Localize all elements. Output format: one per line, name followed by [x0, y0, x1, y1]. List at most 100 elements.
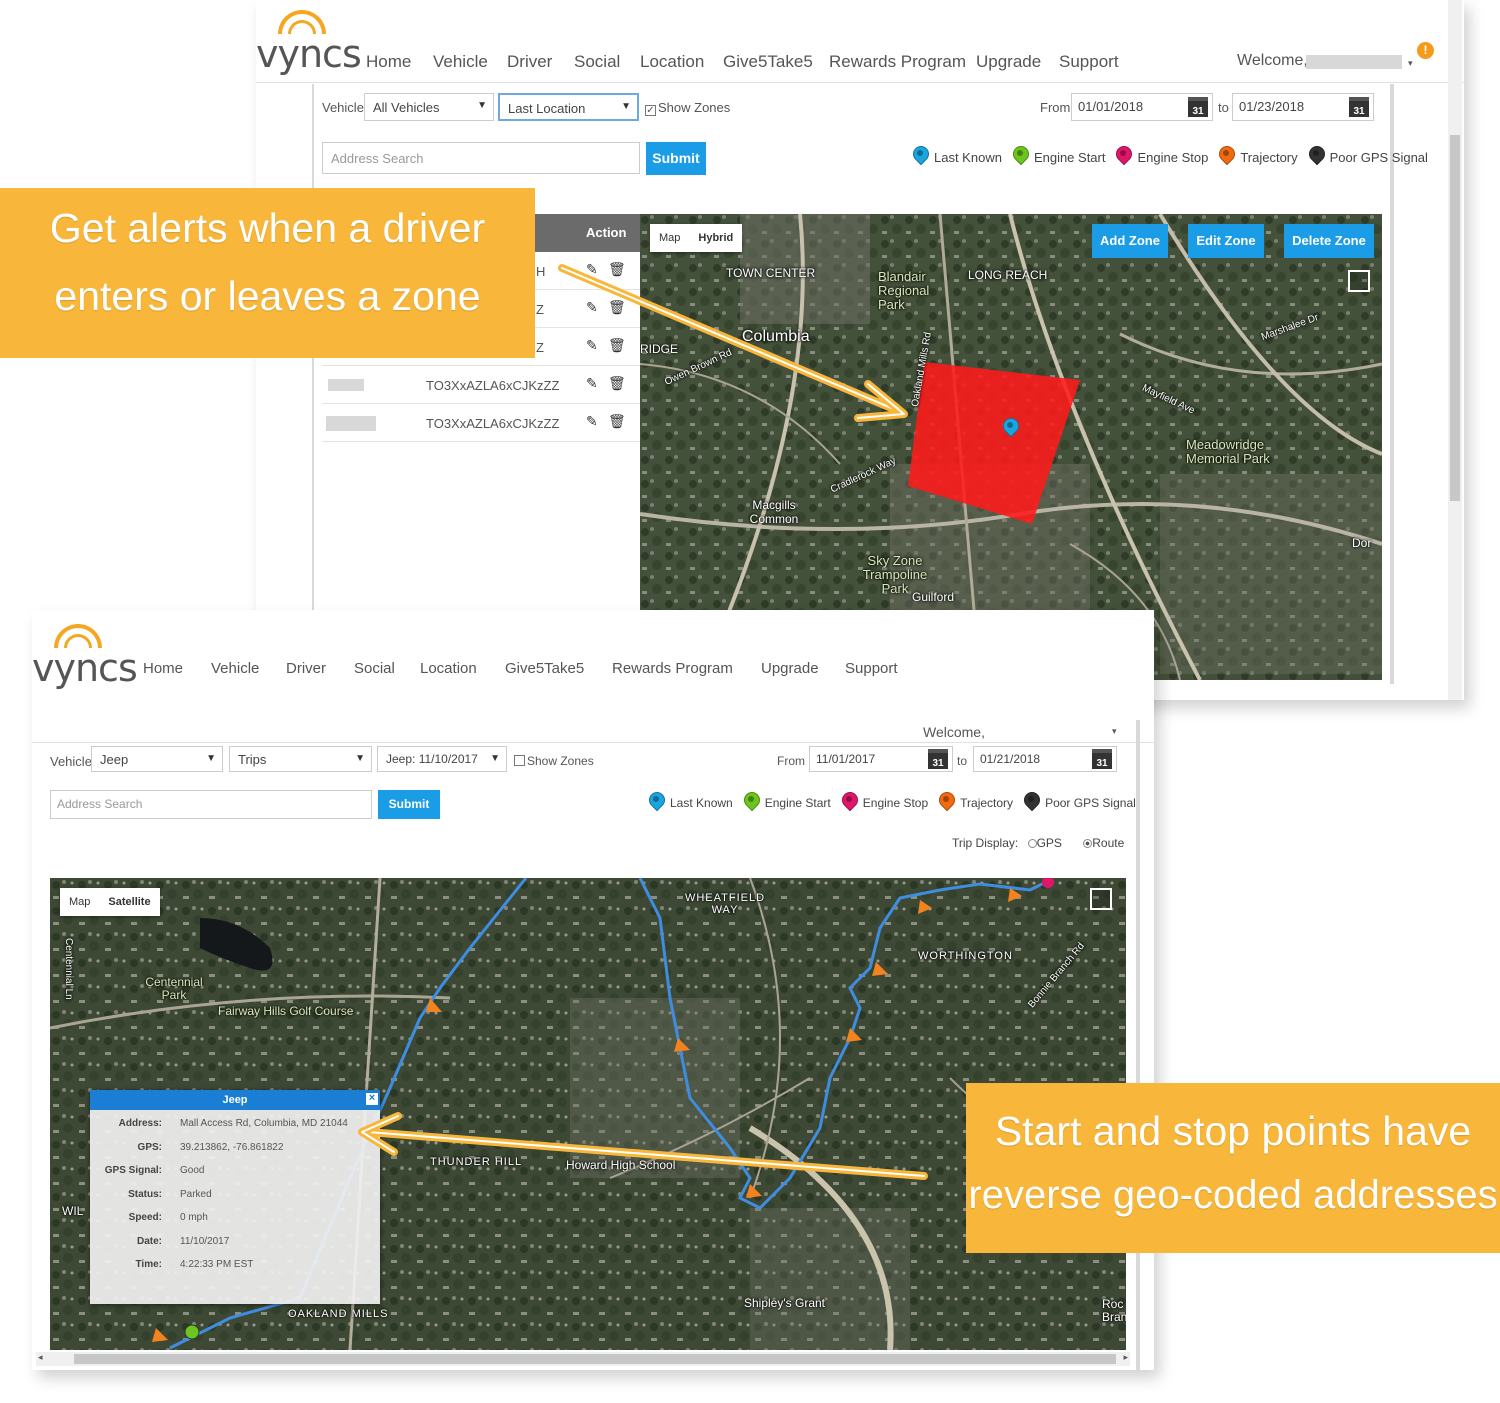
nav-upgrade[interactable]: Upgrade — [761, 660, 819, 677]
edit-pencil-icon[interactable]: ✎ — [586, 337, 598, 354]
legend-trajectory: Trajectory — [938, 792, 1013, 814]
trip-select[interactable]: Jeep: 11/10/2017 ▼ — [377, 746, 507, 772]
trash-icon[interactable]: 🗑 — [608, 299, 626, 316]
map-label: Centennial Ln — [63, 938, 74, 1000]
to-date-input[interactable]: 01/21/2018 31 — [973, 746, 1117, 772]
horizontal-scrollbar[interactable]: ◂ ▸ — [36, 1352, 1130, 1366]
submit-button[interactable]: Submit — [378, 790, 440, 819]
nav-home[interactable]: Home — [143, 660, 183, 677]
scroll-right-icon[interactable]: ▸ — [1123, 1352, 1128, 1363]
vyncs-logo[interactable]: vyncs — [256, 10, 362, 80]
nav-give5take5[interactable]: Give5Take5 — [505, 660, 584, 677]
show-zones-toggle[interactable]: Show Zones — [514, 754, 594, 768]
address-search-input[interactable]: Address Search — [322, 142, 640, 174]
nav-location[interactable]: Location — [640, 52, 704, 72]
map-label: Blandair Regional Park — [878, 269, 930, 312]
nav-location[interactable]: Location — [420, 660, 477, 677]
nav-vehicle[interactable]: Vehicle — [433, 52, 488, 72]
edit-zone-button[interactable]: Edit Zone — [1188, 224, 1264, 258]
fullscreen-icon[interactable] — [1348, 270, 1370, 292]
map-label: Dor — [1352, 536, 1372, 550]
to-date-input[interactable]: 01/23/2018 31 — [1232, 93, 1374, 121]
user-menu-caret-icon[interactable]: ▾ — [1112, 726, 1117, 737]
trips-map[interactable]: Map Satellite WHEATFIELD WAY WORTHINGTON… — [50, 878, 1126, 1350]
map-type-map[interactable]: Map — [60, 888, 99, 916]
nav-support[interactable]: Support — [1059, 52, 1119, 72]
fullscreen-icon[interactable] — [1090, 888, 1112, 910]
from-date-input[interactable]: 01/01/2018 31 — [1071, 93, 1213, 121]
table-row[interactable]: TO3XxAZLA6xCJKzZZ ✎ 🗑 — [322, 366, 640, 404]
vyncs-logo[interactable]: vyncs — [32, 624, 138, 694]
map-type-satellite[interactable]: Satellite — [99, 888, 159, 916]
scrollbar-thumb[interactable] — [74, 1354, 1116, 1364]
edit-pencil-icon[interactable]: ✎ — [586, 261, 598, 278]
trip-display-route[interactable]: Route — [1083, 836, 1124, 850]
address-search-input[interactable]: Address Search — [50, 790, 372, 819]
radio-selected-icon[interactable] — [1083, 839, 1093, 848]
edit-pencil-icon[interactable]: ✎ — [586, 375, 598, 392]
nav-upgrade[interactable]: Upgrade — [976, 52, 1041, 72]
map-label: WHEATFIELD WAY — [684, 892, 766, 916]
checkbox-unchecked-icon[interactable] — [514, 755, 525, 766]
nav-give5take5[interactable]: Give5Take5 — [723, 52, 813, 72]
page-scrollbar[interactable] — [1448, 0, 1462, 700]
trash-icon[interactable]: 🗑 — [608, 375, 626, 392]
from-date-input[interactable]: 11/01/2017 31 — [809, 746, 953, 772]
legend-engine-start: Engine Start — [1012, 146, 1105, 168]
legend-engine-start: Engine Start — [743, 792, 831, 814]
nav-vehicle[interactable]: Vehicle — [211, 660, 259, 677]
map-type-map[interactable]: Map — [650, 224, 689, 252]
add-zone-button[interactable]: Add Zone — [1092, 224, 1168, 258]
mode-select[interactable]: Trips ▼ — [229, 746, 372, 772]
trip-display-options: Trip Display: GPS Route — [952, 836, 1125, 850]
trash-icon[interactable]: 🗑 — [608, 337, 626, 354]
trip-display-gps[interactable]: GPS — [1027, 836, 1062, 850]
table-row[interactable]: TO3XxAZLA6xCJKzZZ ✎ 🗑 — [322, 404, 640, 442]
edit-pencil-icon[interactable]: ✎ — [586, 299, 598, 316]
nav-support[interactable]: Support — [845, 660, 898, 677]
vehicle-select[interactable]: All Vehicles ▼ — [364, 93, 494, 121]
map-label: Fairway Hills Golf Course — [218, 1004, 354, 1018]
panel-border-right — [1390, 84, 1394, 684]
vehicle-select[interactable]: Jeep ▼ — [91, 746, 223, 772]
nav-social[interactable]: Social — [574, 52, 620, 72]
radio-unselected-icon[interactable] — [1027, 839, 1037, 848]
legend-engine-stop: Engine Stop — [1115, 146, 1208, 168]
calendar-icon[interactable]: 31 — [1349, 97, 1369, 117]
trash-icon[interactable]: 🗑 — [608, 261, 626, 278]
scroll-left-icon[interactable]: ◂ — [38, 1352, 43, 1363]
calendar-icon[interactable]: 31 — [1092, 749, 1112, 769]
map-label: Roc Bran — [1102, 1297, 1126, 1324]
nav-driver[interactable]: Driver — [507, 52, 552, 72]
map-pin-icon — [1023, 792, 1039, 814]
trash-icon[interactable]: 🗑 — [608, 413, 626, 430]
map-label: Guilford — [912, 590, 955, 604]
blurred-username[interactable] — [1306, 55, 1402, 69]
nav-rewards[interactable]: Rewards Program — [612, 660, 733, 677]
map-label: WORTHINGTON — [918, 950, 1013, 962]
edit-pencil-icon[interactable]: ✎ — [586, 413, 598, 430]
show-zones-toggle[interactable]: ✓ Show Zones — [645, 100, 730, 116]
map-type-hybrid[interactable]: Hybrid — [689, 224, 742, 252]
calendar-icon[interactable]: 31 — [1188, 97, 1208, 117]
notification-badge[interactable]: ! — [1417, 42, 1434, 59]
nav-rewards[interactable]: Rewards Program — [829, 52, 966, 72]
engine-start-marker[interactable] — [184, 1324, 200, 1340]
last-known-marker-icon[interactable] — [1002, 418, 1018, 440]
user-menu-caret-icon[interactable]: ▾ — [1408, 58, 1413, 69]
checkbox-checked-icon[interactable]: ✓ — [645, 105, 656, 116]
nav-home[interactable]: Home — [366, 52, 411, 72]
delete-zone-button[interactable]: Delete Zone — [1284, 224, 1374, 258]
scrollbar-thumb[interactable] — [1450, 135, 1460, 501]
vehicle-label: Vehicle — [322, 100, 364, 115]
from-label: From — [777, 754, 805, 768]
calendar-icon[interactable]: 31 — [928, 749, 948, 769]
submit-button[interactable]: Submit — [646, 142, 706, 175]
close-icon[interactable]: × — [366, 1093, 378, 1105]
nav-driver[interactable]: Driver — [286, 660, 326, 677]
mode-select[interactable]: Last Location ▼ — [498, 93, 639, 121]
map-pin-icon — [1218, 146, 1234, 168]
map-label: Centennial Park — [145, 975, 203, 1002]
nav-social[interactable]: Social — [354, 660, 395, 677]
legend-trajectory: Trajectory — [1218, 146, 1298, 168]
